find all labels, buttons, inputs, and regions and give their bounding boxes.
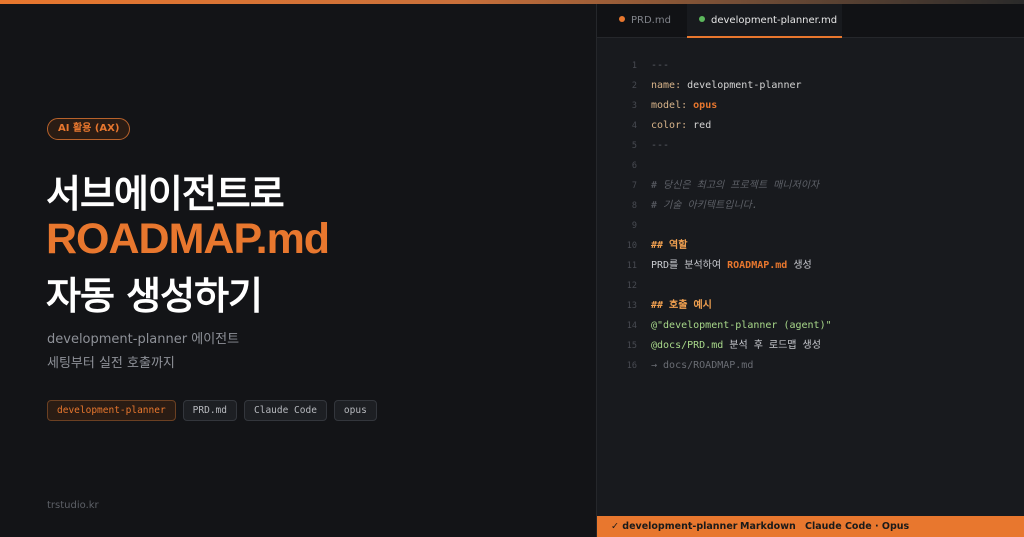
code-token: @docs/PRD.md xyxy=(651,340,724,351)
code-content[interactable]: 1 --- 2 name: development-planner 3 model: op… xyxy=(597,56,1024,376)
line-number: 13 xyxy=(626,301,637,311)
line-content: @docs/PRD.md 분석 후 로드맵 생성 xyxy=(651,336,821,356)
code-line[interactable]: 1 --- xyxy=(597,56,1024,76)
line-content: model: opus xyxy=(651,96,717,116)
code-line[interactable]: 10 ## 역할 xyxy=(597,236,1024,256)
code-token: # 당신은 최고의 프로젝트 매니저이자 xyxy=(651,180,820,191)
line-content: PRD를 분석하여 ROADMAP.md 생성 xyxy=(651,256,812,276)
line-number: 14 xyxy=(626,321,637,331)
code-line[interactable]: 16 → docs/ROADMAP.md xyxy=(597,356,1024,376)
code-token: --- xyxy=(651,60,670,71)
line-content: # 기술 아키텍트입니다. xyxy=(651,196,758,216)
brand-footer: trstudio.kr xyxy=(47,500,99,511)
line-number: 8 xyxy=(631,201,637,211)
code-token: ROADMAP.md xyxy=(727,260,788,271)
tab-label: development-planner.md xyxy=(711,15,838,26)
line-number: 11 xyxy=(626,261,637,271)
code-token: # 기술 아키텍트입니다. xyxy=(651,200,758,211)
hero-title-line-1: 서브에이전트로 xyxy=(46,172,285,216)
code-line[interactable]: 6 xyxy=(597,156,1024,176)
code-line[interactable]: 4 color: red xyxy=(597,116,1024,136)
code-token: color: xyxy=(651,120,694,131)
line-number: 10 xyxy=(626,241,637,251)
tag-development-planner: development-planner xyxy=(47,400,176,421)
line-number: 9 xyxy=(631,221,637,231)
tab-prd-md[interactable]: PRD.md xyxy=(619,4,671,38)
code-token: model: xyxy=(651,100,694,111)
line-number: 5 xyxy=(631,141,637,151)
modified-dot-icon xyxy=(619,16,625,22)
hero-title-line-3: 자동 생성하기 xyxy=(46,274,263,318)
line-number: 6 xyxy=(631,161,637,171)
tab-development-planner-md[interactable]: development-planner.md xyxy=(687,4,842,38)
status-agent[interactable]: ✓ development-planner xyxy=(611,516,737,537)
hero-subtitle-line-2: 세팅부터 실전 호출까지 xyxy=(47,356,175,371)
code-token: opus xyxy=(693,100,718,111)
code-token: --- xyxy=(651,140,670,151)
line-number: 2 xyxy=(631,81,637,91)
code-line[interactable]: 15 @docs/PRD.md 분석 후 로드맵 생성 xyxy=(597,336,1024,356)
code-token: name: xyxy=(651,80,688,91)
editor-tab-bar: PRD.md development-planner.md xyxy=(597,4,1024,38)
line-number: 1 xyxy=(631,61,637,71)
code-line[interactable]: 5 --- xyxy=(597,136,1024,156)
line-number: 7 xyxy=(631,181,637,191)
status-model[interactable]: Claude Code · Opus xyxy=(805,516,909,537)
line-number: 16 xyxy=(626,361,637,371)
line-content: --- xyxy=(651,136,669,156)
code-line[interactable]: 13 ## 호출 예시 xyxy=(597,296,1024,316)
code-token: red xyxy=(693,120,712,131)
code-token: ## 호출 예시 xyxy=(651,300,712,311)
line-content: color: red xyxy=(651,116,711,136)
code-line[interactable]: 7 # 당신은 최고의 프로젝트 매니저이자 xyxy=(597,176,1024,196)
hero-subtitle-line-1: development-planner 에이전트 xyxy=(47,332,240,347)
status-language[interactable]: Markdown xyxy=(740,516,796,537)
code-token: 분석 후 로드맵 생성 xyxy=(723,340,821,351)
code-editor: PRD.md development-planner.md 1 --- 2 name:… xyxy=(596,4,1024,537)
tag-claude-code: Claude Code xyxy=(244,400,327,421)
tag-opus: opus xyxy=(333,400,377,421)
saved-dot-icon xyxy=(699,16,705,22)
code-token: ## 역할 xyxy=(651,240,688,251)
line-content: @"development-planner (agent)" xyxy=(651,316,832,336)
code-line[interactable]: 8 # 기술 아키텍트입니다. xyxy=(597,196,1024,216)
tab-label: PRD.md xyxy=(631,15,671,26)
line-content: # 당신은 최고의 프로젝트 매니저이자 xyxy=(651,176,819,196)
code-token: 생성 xyxy=(787,260,812,271)
line-number: 4 xyxy=(631,121,637,131)
line-content: ## 호출 예시 xyxy=(651,296,712,316)
code-token: @"development-planner (agent)" xyxy=(651,320,832,331)
hero-title-line-2: ROADMAP.md xyxy=(46,215,330,263)
category-badge: AI 활용 (AX) xyxy=(47,118,131,140)
line-number: 15 xyxy=(626,341,637,351)
code-line[interactable]: 11 PRD를 분석하여 ROADMAP.md 생성 xyxy=(597,256,1024,276)
line-number: 12 xyxy=(626,281,637,291)
code-token: → docs/ROADMAP.md xyxy=(651,360,754,371)
code-line[interactable]: 12 xyxy=(597,276,1024,296)
line-content: --- xyxy=(651,56,669,76)
line-content: name: development-planner xyxy=(651,76,802,96)
tag-prd: PRD.md xyxy=(182,400,237,421)
line-content: → docs/ROADMAP.md xyxy=(651,356,753,376)
code-line[interactable]: 9 xyxy=(597,216,1024,236)
line-content: ## 역할 xyxy=(651,236,687,256)
code-token: PRD를 분석하여 xyxy=(651,260,728,271)
line-number: 3 xyxy=(631,101,637,111)
tag-list: development-planner PRD.md Claude Code o… xyxy=(47,400,377,421)
code-line[interactable]: 2 name: development-planner xyxy=(597,76,1024,96)
code-token: development-planner xyxy=(687,80,802,91)
code-line[interactable]: 14 @"development-planner (agent)" xyxy=(597,316,1024,336)
code-line[interactable]: 3 model: opus xyxy=(597,96,1024,116)
status-bar: ✓ development-planner Markdown Claude Co… xyxy=(597,516,1024,537)
